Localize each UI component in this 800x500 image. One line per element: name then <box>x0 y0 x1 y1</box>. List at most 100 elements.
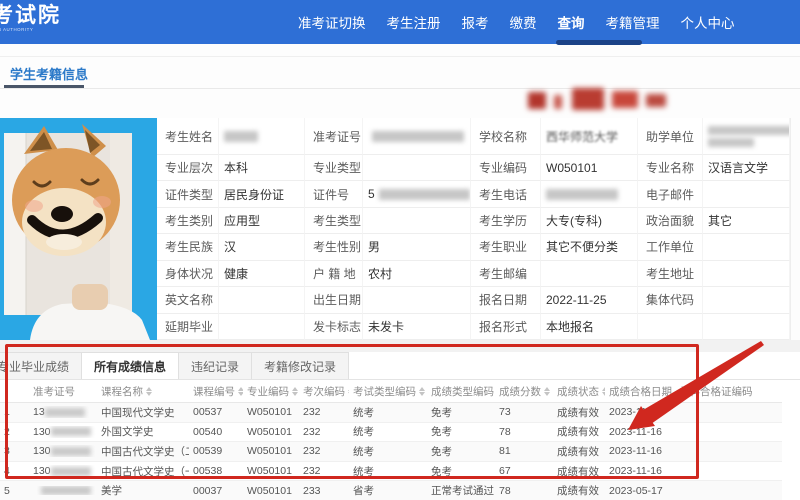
col-header-exam_type[interactable]: 考试类型编码 <box>349 384 427 399</box>
redacted-stamp <box>524 86 674 116</box>
cell-score_type: 免考 <box>431 445 452 458</box>
form-value-text: 5 <box>368 187 375 202</box>
redacted-ticket <box>44 407 85 417</box>
form-value: 未发卡 <box>363 313 471 340</box>
cell-idx: 5 <box>4 484 10 497</box>
form-label: 学校名称 <box>471 118 541 155</box>
table-row: 2 130 外国文学史 00540 W050101 232 统考 免考 78 成绩有效 2023-1… <box>0 423 782 443</box>
form-value <box>703 181 790 208</box>
sort-icon[interactable] <box>146 387 152 396</box>
divider <box>0 56 800 57</box>
cell-session: 232 <box>303 425 321 438</box>
cell-idx: 1 <box>4 406 10 419</box>
nav-item-考籍管理[interactable]: 考籍管理 <box>606 12 660 32</box>
cell-exam_type: 省考 <box>353 485 374 498</box>
tab-所有成绩信息[interactable]: 所有成绩信息 <box>81 352 180 379</box>
form-label: 证件号 <box>305 181 363 208</box>
tab-考籍修改记录[interactable]: 考籍修改记录 <box>251 352 350 379</box>
form-label: 政治面貌 <box>638 207 703 235</box>
col-header-ticket: 准考证号 <box>33 386 75 398</box>
student-form: 考生姓名 准考证号 学校名称 西华师范大学 助学单位 专业层次 本科 专业类型 专业编码 W050… <box>157 118 790 340</box>
form-value-text: 健康 <box>224 266 249 281</box>
cell-idx: 4 <box>4 465 10 478</box>
sort-icon[interactable] <box>544 387 550 396</box>
cell-exam_type: 统考 <box>353 426 374 439</box>
form-value-text: 汉语言文学 <box>708 161 769 176</box>
sort-icon[interactable] <box>419 387 425 396</box>
col-header-course_code[interactable]: 课程编号 <box>189 384 243 399</box>
form-value: 大专(专科) <box>541 207 638 235</box>
form-value: 居民身份证 <box>219 181 305 208</box>
form-value-text: 2022-11-25 <box>546 292 607 307</box>
col-header-pass_date[interactable]: 成绩合格日期 <box>605 384 675 399</box>
cell-major_code: W050101 <box>247 484 292 497</box>
form-label: 工作单位 <box>638 234 703 261</box>
form-value <box>363 207 471 235</box>
nav-item-缴费[interactable]: 缴费 <box>510 12 537 32</box>
form-value <box>219 313 305 340</box>
form-value <box>703 118 790 155</box>
form-label: 身体状况 <box>157 260 219 288</box>
cell-status: 成绩有效 <box>557 445 599 458</box>
nav-item-考生注册[interactable]: 考生注册 <box>387 12 441 32</box>
redacted-ticket <box>50 427 91 437</box>
redacted-ticket <box>50 446 91 456</box>
form-value-text: 应用型 <box>224 214 261 229</box>
form-value: 农村 <box>363 260 471 288</box>
form-label: 专业编码 <box>471 155 541 182</box>
nav-item-个人中心[interactable]: 个人中心 <box>681 12 735 32</box>
form-value <box>541 260 638 288</box>
results-tabbar: 专业毕业成绩 所有成绩信息 违纪记录 考籍修改记录 <box>0 352 800 380</box>
site-logo: 考试院 ION AUTHORITY <box>0 5 67 36</box>
cell-exam_type: 统考 <box>353 465 374 478</box>
cell-ticket: 13 <box>29 406 97 418</box>
col-header-major_code[interactable]: 专业编码 <box>243 384 299 399</box>
cell-score_type: 免考 <box>431 426 452 439</box>
form-value: 5 <box>363 181 471 208</box>
cell-course_code: 00538 <box>193 465 223 478</box>
redacted-ticket <box>50 466 91 476</box>
cell-ticket: 130 <box>29 426 97 438</box>
cell-ticket: 130 <box>29 465 97 477</box>
candidate-photo <box>0 118 157 340</box>
student-record-page: 考试院 ION AUTHORITY 准考证切换 考生注册 报考 缴费 查询 考籍管理 个人中… <box>0 0 800 500</box>
form-label: 考生性别 <box>305 234 363 261</box>
cell-course: 中国古代文学史（二） <box>101 445 189 458</box>
nav-item-报考[interactable]: 报考 <box>462 12 489 32</box>
form-value-text: 农村 <box>368 266 393 281</box>
form-value: 汉 <box>219 234 305 261</box>
nav-item-查询[interactable]: 查询 <box>558 12 585 32</box>
cell-course: 美学 <box>101 485 122 498</box>
cell-course: 外国文学史 <box>101 426 154 439</box>
form-label: 考生邮编 <box>471 260 541 288</box>
col-header-score[interactable]: 成绩分数 <box>495 384 553 399</box>
cell-status: 成绩有效 <box>557 426 599 439</box>
col-header-score_type[interactable]: 成绩类型编码 <box>427 384 495 399</box>
form-value <box>219 287 305 314</box>
form-label: 专业层次 <box>157 155 219 182</box>
form-value: 男 <box>363 234 471 261</box>
redacted-value <box>224 130 258 142</box>
redacted-value <box>546 188 618 200</box>
cell-status: 成绩有效 <box>557 465 599 478</box>
form-value: 本地报名 <box>541 313 638 340</box>
redacted-value <box>708 125 789 147</box>
tab-专业毕业成绩[interactable]: 专业毕业成绩 <box>0 352 83 379</box>
nav-item-准考证切换[interactable]: 准考证切换 <box>298 12 366 32</box>
form-value <box>363 287 471 314</box>
col-header-session[interactable]: 考次编码 <box>299 384 349 399</box>
cell-session: 232 <box>303 465 321 478</box>
form-label <box>638 313 703 340</box>
form-label: 考生姓名 <box>157 118 219 155</box>
form-value-text: 汉 <box>224 240 237 255</box>
form-label: 考生电话 <box>471 181 541 208</box>
sort-icon[interactable] <box>292 387 298 396</box>
table-row: 1 13 中国现代文学史 00537 W050101 232 统考 免考 73 成绩有效 2023-… <box>0 403 782 423</box>
form-value: W050101 <box>541 155 638 182</box>
redacted-value <box>378 188 470 200</box>
col-header-status[interactable]: 成绩状态 <box>553 384 605 399</box>
col-header-course[interactable]: 课程名称 <box>97 384 189 399</box>
cell-major_code: W050101 <box>247 465 292 478</box>
tab-违纪记录[interactable]: 违纪记录 <box>178 352 253 379</box>
scores-table: 准考证号 课程名称 课程编号 专业编码 考次编码 考试类型编码 成绩类型编码 成绩分数 成绩状态… <box>0 381 782 500</box>
